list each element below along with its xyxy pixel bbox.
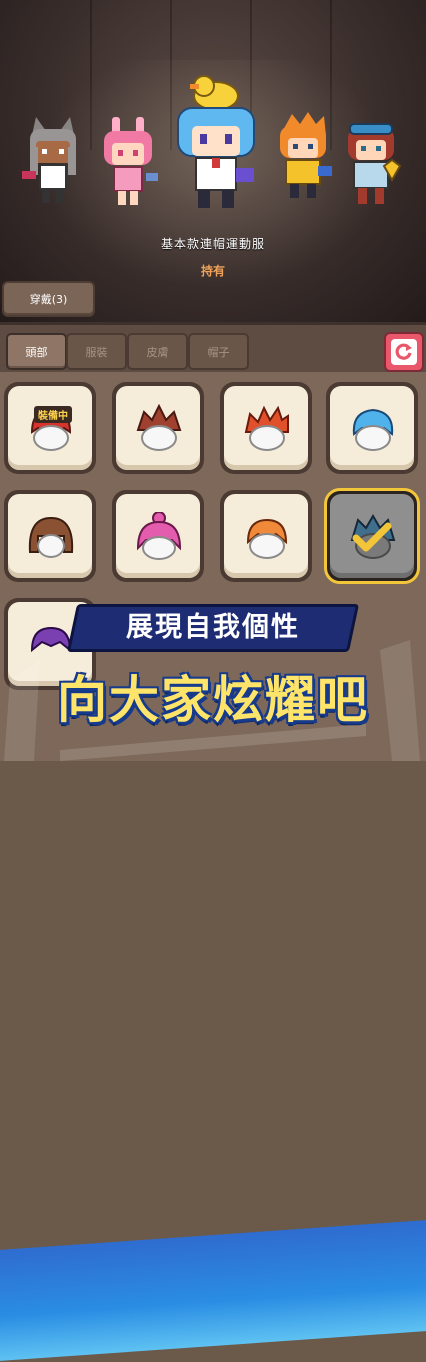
checkmark-icon bbox=[352, 522, 392, 552]
orange-hair-icon bbox=[246, 518, 288, 559]
item-blue-hair[interactable] bbox=[326, 382, 418, 474]
goggles-character bbox=[348, 123, 402, 204]
equipped-badge: 裝備中 bbox=[34, 406, 72, 423]
item-white-hair[interactable]: 裝備中 bbox=[4, 382, 96, 474]
outfit-name: 基本款連帽運動服 bbox=[160, 237, 265, 251]
banner-background bbox=[0, 1219, 426, 1362]
refresh-icon bbox=[391, 339, 417, 365]
item-pink-bun-hair[interactable] bbox=[112, 490, 204, 582]
tab-hat[interactable]: 帽子 bbox=[188, 333, 249, 370]
main-character bbox=[177, 75, 255, 208]
item-dark-spiky-hair-selected[interactable] bbox=[324, 488, 420, 584]
red-spiky-hair-icon bbox=[244, 405, 289, 451]
brown-spiky-hair-icon bbox=[136, 404, 182, 451]
tab-clothing[interactable]: 服裝 bbox=[66, 333, 127, 370]
blue-hair-icon bbox=[352, 408, 394, 451]
tab-skin[interactable]: 皮膚 bbox=[127, 333, 188, 370]
brown-bob-hair-icon bbox=[28, 516, 74, 558]
wear-button[interactable]: 穿戴(3) bbox=[2, 281, 95, 317]
reset-button[interactable] bbox=[384, 332, 424, 372]
pink-bunny-character bbox=[104, 117, 158, 205]
item-orange-hair[interactable] bbox=[220, 490, 312, 582]
banner-headline: 展現自我個性 bbox=[66, 604, 360, 652]
orange-haired-character bbox=[280, 112, 332, 198]
item-red-spiky-hair[interactable] bbox=[220, 382, 312, 474]
tab-head[interactable]: 頭部 bbox=[6, 333, 67, 370]
character-preview-stage: 基本款連帽運動服 持有 穿戴(3) bbox=[0, 0, 426, 322]
item-brown-bob-hair[interactable] bbox=[4, 490, 96, 582]
ownership-status: 持有 bbox=[200, 264, 225, 278]
character-lineup bbox=[0, 72, 426, 232]
item-brown-spiky-hair[interactable] bbox=[112, 382, 204, 474]
banner-slogan: 向大家炫耀吧 bbox=[57, 671, 369, 729]
banner-line1-text: 展現自我個性 bbox=[126, 612, 300, 643]
pink-bun-hair-icon bbox=[136, 512, 182, 560]
category-tab-bar: 頭部 服裝 皮膚 帽子 bbox=[0, 322, 426, 375]
grey-haired-character bbox=[22, 117, 76, 203]
